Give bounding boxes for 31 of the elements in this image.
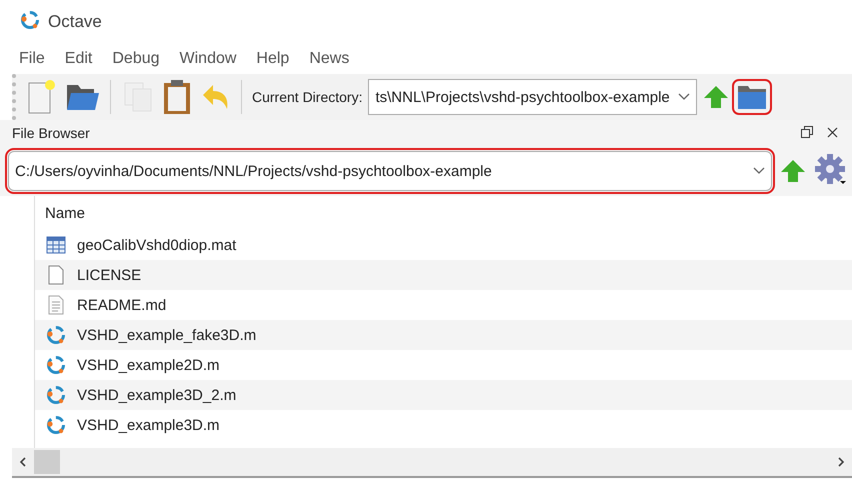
up-arrow-icon[interactable] [780,158,806,184]
menu-item[interactable]: Window [180,48,236,70]
file-name[interactable]: VSHD_example3D_2.m [77,386,236,404]
file-name[interactable]: geoCalibVshd0diop.mat [77,236,236,254]
undock-button[interactable] [801,125,813,141]
app-logo-icon [20,10,40,30]
clipboard-icon[interactable] [161,78,193,116]
browse-folder-button[interactable] [734,82,769,112]
file-name[interactable]: VSHD_example3D.m [77,416,220,434]
menu-item[interactable]: News [309,48,350,70]
file-name[interactable]: VSHD_example_fake3D.m [77,326,256,344]
scroll-left-icon[interactable] [19,457,27,467]
horizontal-scrollbar[interactable] [12,448,852,478]
file-name[interactable]: LICENSE [77,266,142,284]
menu-item[interactable]: Help [256,48,290,70]
path-field[interactable]: C:/Users/oyvinha/Documents/NNL/Projects/vshd-psychtoolbox-example [8,151,772,191]
new-file-icon[interactable] [26,79,58,115]
window-title: Octave [48,12,102,32]
up-arrow-icon[interactable] [702,84,729,110]
settings-icon[interactable] [814,153,846,185]
column-header[interactable]: Name [35,196,852,230]
file-name[interactable]: README.md [77,296,166,314]
file-name[interactable]: VSHD_example2D.m [77,356,220,374]
panel-title: File Browser [12,125,91,141]
menu-item[interactable]: File [19,48,45,70]
menu-item[interactable]: Edit [64,48,92,70]
scroll-right-icon[interactable] [837,457,845,467]
directory-label: Current Directory: [252,89,362,105]
menu-item[interactable]: Debug [112,48,160,70]
directory-field[interactable]: ts\NNL\Projects\vshd-psychtoolbox-example [368,79,697,115]
scrollbar-thumb[interactable] [34,450,60,474]
